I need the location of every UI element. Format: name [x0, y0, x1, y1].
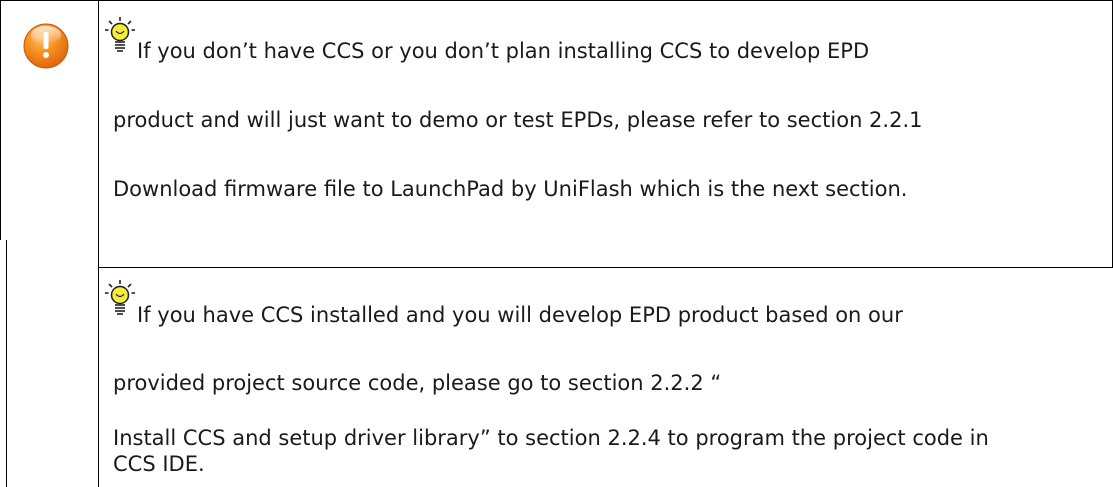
table-border-left — [0, 0, 1, 240]
table-border-top — [0, 0, 1113, 1]
note-2-line-3: Install CCS and setup driver library” to… — [113, 426, 989, 450]
exclamation-warning-icon — [23, 23, 69, 69]
lightbulb-tip-icon — [104, 17, 136, 53]
note-2-line-2: provided project source code, please go … — [113, 371, 722, 395]
table-border-left-lower — [6, 240, 7, 487]
note-2-line-1: If you have CCS installed and you will d… — [137, 303, 903, 327]
note-1-line-2: product and will just want to demo or te… — [113, 108, 923, 132]
note-1-line-1: If you don’t have CCS or you don’t plan … — [137, 39, 870, 63]
note-1-line-3: Download firmware file to LaunchPad by U… — [113, 177, 908, 201]
table-row-divider — [98, 267, 1113, 268]
note-2-line-4: CCS IDE. — [113, 452, 205, 476]
table-column-divider — [98, 0, 99, 487]
lightbulb-tip-icon — [104, 280, 136, 316]
